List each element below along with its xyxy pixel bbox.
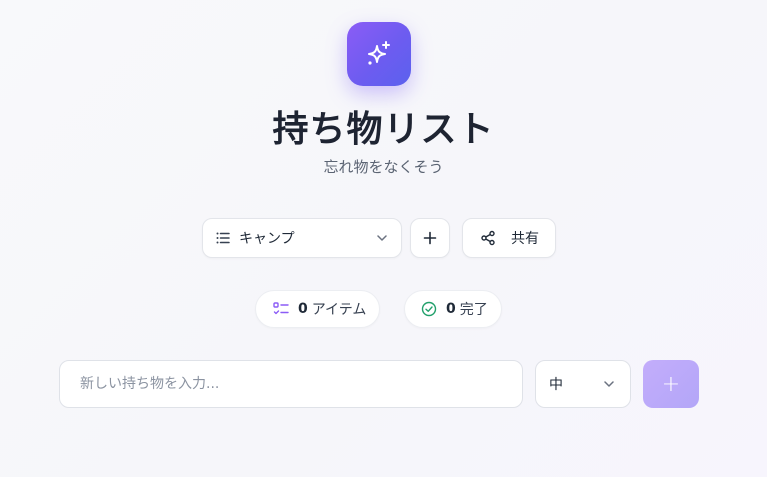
sparkles-icon (368, 41, 390, 65)
items-label: アイテム (311, 302, 367, 318)
done-count: 0 (446, 301, 456, 317)
priority-select[interactable]: 中 (535, 360, 631, 408)
items-count: 0 (298, 301, 308, 317)
list-select-value: キャンプ (239, 231, 295, 247)
page: 持ち物リスト 忘れ物をなくそう キャンプ 共有 0 アイテム 0 完了 新しい持… (0, 0, 767, 477)
list-select[interactable]: キャンプ (202, 218, 402, 258)
items-count-badge: 0 アイテム (255, 290, 380, 328)
check-circle-icon (421, 301, 437, 317)
list-icon (216, 232, 230, 244)
done-label: 完了 (459, 302, 488, 318)
app-logo (347, 22, 411, 86)
priority-value: 中 (549, 377, 563, 393)
share-button-label: 共有 (511, 231, 539, 247)
add-item-button[interactable]: + (643, 360, 699, 408)
done-count-badge: 0 完了 (404, 290, 502, 328)
add-item-plus: + (661, 371, 681, 397)
chevron-down-icon (377, 235, 387, 241)
share-icon (481, 230, 495, 246)
checklist-icon (273, 302, 289, 315)
chevron-down-icon (604, 381, 614, 387)
add-list-button[interactable] (410, 218, 450, 258)
new-item-input[interactable] (59, 360, 523, 408)
share-button[interactable]: 共有 (462, 218, 556, 258)
page-subtitle: 忘れ物をなくそう (323, 158, 444, 176)
plus-icon (423, 231, 437, 245)
page-title: 持ち物リスト (272, 109, 495, 150)
